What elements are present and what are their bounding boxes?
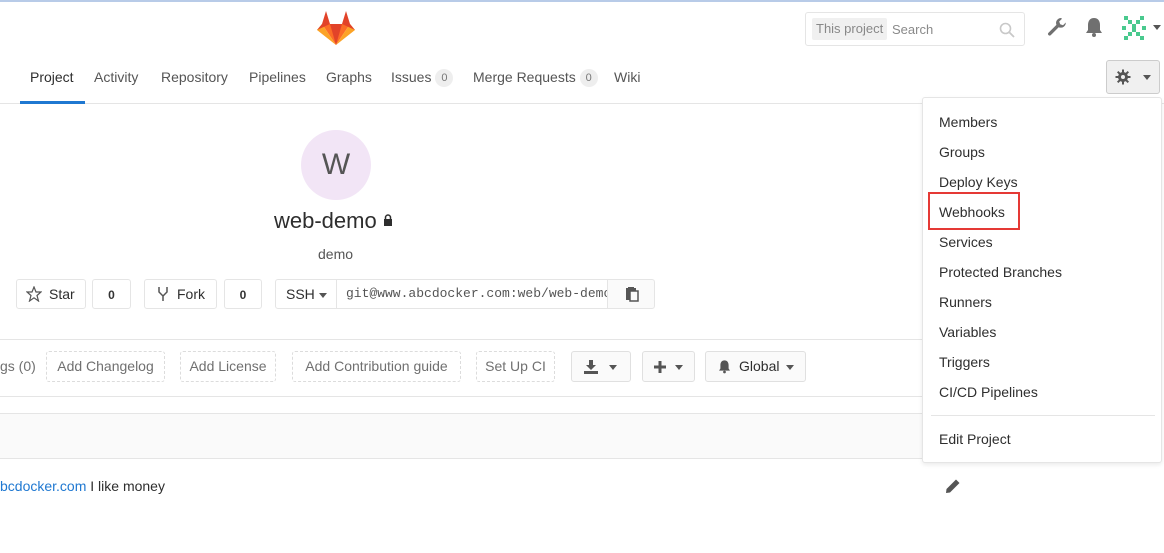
add-contribution-guide-button[interactable]: Add Contribution guide	[292, 351, 461, 382]
add-license-button[interactable]: Add License	[180, 351, 276, 382]
tab-repository[interactable]: Repository	[161, 69, 228, 104]
menu-item-protected-branches[interactable]: Protected Branches	[939, 262, 1062, 282]
tab-merge-requests-label: Merge Requests	[473, 69, 576, 85]
menu-item-ci-cd-pipelines[interactable]: CI/CD Pipelines	[939, 382, 1038, 402]
clone-url-input[interactable]: git@www.abcdocker.com:web/web-demo.git	[336, 279, 608, 309]
tab-project[interactable]: Project	[30, 69, 74, 104]
star-button-label: Star	[49, 286, 75, 302]
tags-link[interactable]: gs (0)	[0, 358, 36, 374]
star-button[interactable]: Star	[16, 279, 86, 309]
menu-item-groups[interactable]: Groups	[939, 142, 985, 162]
project-description: demo	[318, 246, 354, 262]
commit-message: I like money	[86, 478, 165, 494]
chevron-down-icon	[786, 365, 794, 370]
set-up-ci-button[interactable]: Set Up CI	[476, 351, 555, 382]
clipboard-icon	[626, 287, 639, 302]
download-icon	[584, 360, 598, 374]
tab-graphs[interactable]: Graphs	[326, 69, 372, 104]
commit-author-link[interactable]: bcdocker.com	[0, 478, 86, 494]
project-title: web-demo	[274, 208, 393, 234]
add-changelog-button[interactable]: Add Changelog	[46, 351, 165, 382]
lock-icon	[383, 214, 392, 226]
menu-item-triggers[interactable]: Triggers	[939, 352, 990, 372]
menu-item-deploy-keys[interactable]: Deploy Keys	[939, 172, 1018, 192]
merge-requests-count-badge: 0	[579, 69, 598, 87]
project-name: web-demo	[274, 208, 377, 233]
menu-divider	[931, 415, 1155, 416]
issues-count-badge: 0	[435, 69, 454, 87]
menu-item-edit-project[interactable]: Edit Project	[939, 429, 1011, 449]
fork-icon	[158, 287, 168, 301]
gear-icon	[1115, 69, 1131, 85]
fork-count[interactable]: 0	[224, 279, 262, 309]
clone-protocol-dropdown[interactable]: SSH	[275, 279, 337, 309]
settings-dropdown-button[interactable]	[1106, 60, 1160, 94]
user-avatar-icon[interactable]	[1120, 14, 1148, 42]
project-avatar: W	[301, 130, 371, 200]
tab-issues-label: Issues	[391, 69, 432, 85]
bell-icon[interactable]	[1083, 16, 1105, 38]
search-box[interactable]: This project	[805, 12, 1025, 46]
menu-item-webhooks[interactable]: Webhooks	[939, 202, 1005, 222]
tab-activity[interactable]: Activity	[94, 69, 138, 104]
chevron-down-icon	[1143, 75, 1151, 80]
active-tab-indicator	[20, 101, 85, 104]
fork-button[interactable]: Fork	[144, 279, 217, 309]
plus-icon	[654, 361, 666, 373]
pencil-icon[interactable]	[945, 478, 961, 494]
menu-item-runners[interactable]: Runners	[939, 292, 992, 312]
chevron-down-icon[interactable]	[1152, 24, 1162, 32]
search-scope-badge[interactable]: This project	[812, 18, 888, 40]
tab-issues[interactable]: Issues 0	[391, 69, 454, 104]
download-dropdown-button[interactable]	[571, 351, 631, 382]
last-commit-header-band	[0, 413, 922, 459]
bell-icon	[719, 360, 730, 374]
menu-item-variables[interactable]: Variables	[939, 322, 996, 342]
gitlab-logo-icon[interactable]	[316, 10, 356, 46]
section-divider	[0, 396, 922, 397]
tab-pipelines[interactable]: Pipelines	[249, 69, 306, 104]
fork-button-label: Fork	[177, 286, 205, 302]
settings-dropdown-menu: Members Groups Deploy Keys Webhooks Serv…	[922, 97, 1162, 463]
last-commit-line: bcdocker.com I like money	[0, 478, 165, 494]
star-count[interactable]: 0	[92, 279, 131, 309]
chevron-down-icon	[675, 365, 683, 370]
chevron-down-icon	[319, 293, 327, 298]
star-icon	[26, 286, 42, 302]
menu-item-services[interactable]: Services	[939, 232, 993, 252]
search-input[interactable]	[892, 17, 992, 41]
clone-protocol-label: SSH	[286, 286, 315, 302]
notification-level-label: Global	[739, 358, 780, 374]
tab-wiki[interactable]: Wiki	[614, 69, 640, 104]
wrench-icon[interactable]	[1046, 16, 1068, 38]
chevron-down-icon	[609, 365, 617, 370]
section-divider	[0, 339, 922, 340]
add-new-dropdown-button[interactable]	[642, 351, 695, 382]
copy-clone-url-button[interactable]	[607, 279, 655, 309]
window-top-border	[0, 0, 1164, 2]
tab-merge-requests[interactable]: Merge Requests 0	[473, 69, 598, 104]
notification-level-dropdown[interactable]: Global	[705, 351, 806, 382]
search-icon	[999, 22, 1015, 38]
menu-item-members[interactable]: Members	[939, 112, 997, 132]
